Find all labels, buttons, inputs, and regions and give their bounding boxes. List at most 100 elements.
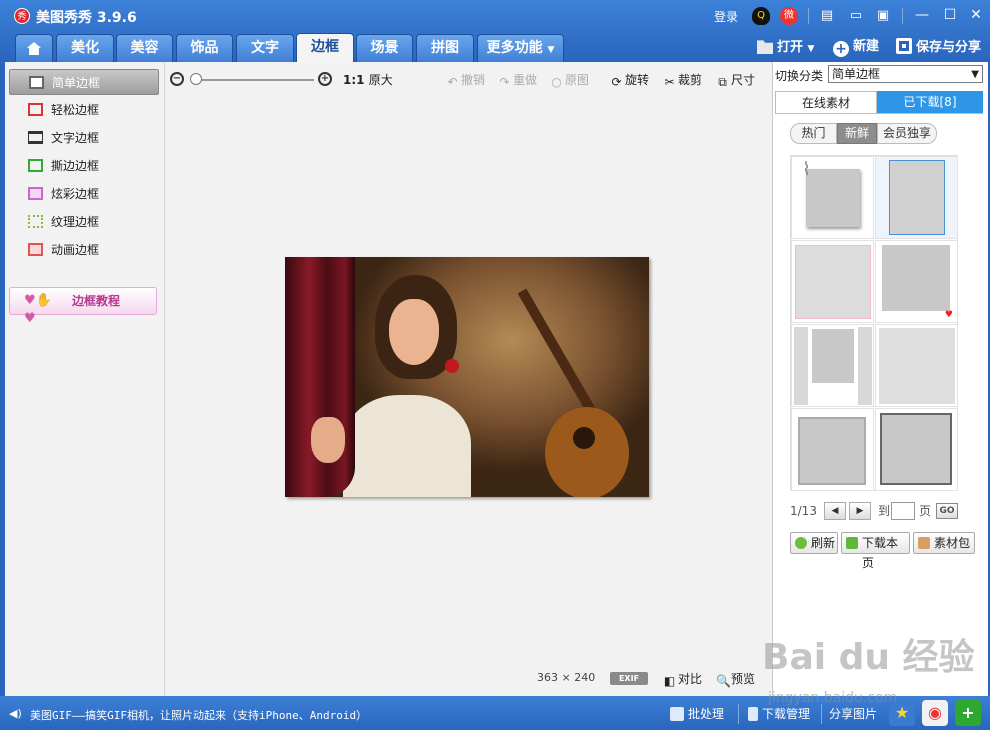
rotate-button[interactable]: ⟳ 旋转	[610, 72, 649, 89]
close-icon[interactable]: ✕	[966, 6, 986, 24]
download-manager-button[interactable]: 下载管理	[748, 706, 810, 722]
save-share-label: 保存与分享	[916, 40, 982, 55]
tab-scene[interactable]: 场景	[356, 34, 413, 62]
sidebar-item-label: 炫彩边框	[51, 187, 100, 201]
weibo-share-icon[interactable]: ◉	[922, 700, 948, 726]
download-icon	[846, 537, 858, 549]
new-label: 新建	[853, 39, 880, 54]
refresh-label: 刷新	[811, 536, 836, 550]
tab-text[interactable]: 文字	[236, 34, 294, 62]
tab-more-label: 更多功能	[486, 40, 543, 56]
sidebar-item-text-frame[interactable]: 文字边框	[9, 125, 159, 151]
zoom-out-icon[interactable]: −	[170, 72, 184, 86]
plus-icon: +	[833, 41, 849, 57]
sidebar-item-torn-frame[interactable]: 撕边边框	[9, 153, 159, 179]
zoom-in-icon[interactable]: +	[318, 72, 332, 86]
chevron-down-icon: ▼	[971, 69, 979, 80]
qq-icon[interactable]: Q	[752, 7, 770, 25]
batch-process-button[interactable]: 批处理	[670, 706, 724, 722]
sidebar-item-simple-frame[interactable]: 简单边框	[9, 69, 159, 95]
new-button[interactable]: + 新建	[833, 38, 879, 57]
crop-label: 裁剪	[678, 73, 703, 87]
download-page-button[interactable]: 下载本页	[841, 532, 910, 570]
exif-button[interactable]: EXIF	[610, 672, 648, 685]
filter-hot[interactable]: 热门	[790, 123, 837, 144]
tab-frame[interactable]: 边框	[296, 33, 354, 62]
filter-vip[interactable]: 会员独享	[877, 123, 937, 144]
torn-frame-icon	[28, 159, 43, 172]
tab-beautify[interactable]: 美化	[56, 34, 114, 62]
tab-divider	[775, 113, 983, 114]
sidebar-item-label: 动画边框	[51, 243, 100, 257]
frame-thumbnail[interactable]	[875, 324, 958, 407]
save-share-button[interactable]: 保存与分享	[896, 38, 981, 57]
add-icon[interactable]: +	[955, 700, 981, 726]
go-button[interactable]: GO	[936, 503, 958, 519]
home-icon	[27, 42, 41, 55]
maximize-icon[interactable]: ☐	[940, 6, 960, 24]
feedback-icon[interactable]: ▭	[847, 7, 865, 25]
material-pack-button[interactable]: 素材包	[913, 532, 975, 554]
menu-icon[interactable]: ▣	[874, 7, 892, 25]
page-label: 页	[919, 504, 932, 518]
batch-icon	[670, 707, 684, 721]
frame-thumbnail[interactable]: ♥	[875, 240, 958, 323]
share-image-button[interactable]: 分享图片	[829, 706, 877, 722]
skin-icon[interactable]: ▤	[818, 7, 836, 25]
tab-accessories[interactable]: 饰品	[176, 34, 233, 62]
zoom-slider-handle[interactable]	[190, 73, 202, 85]
redo-button[interactable]: ↷ 重做	[498, 72, 537, 89]
thumbnail-preview	[812, 329, 854, 383]
sidebar-item-label: 撕边边框	[51, 159, 100, 173]
page-number-input[interactable]	[891, 502, 915, 520]
resize-button[interactable]: ⧉ 尺寸	[716, 72, 755, 89]
category-select[interactable]: 简单边框 ▼	[828, 65, 983, 83]
frame-thumbnail-grid: ⌇ ♥	[790, 155, 958, 491]
sidebar-item-label: 简单边框	[52, 76, 101, 90]
weibo-icon[interactable]: 微	[780, 7, 798, 25]
compare-button[interactable]: ◧ 对比	[663, 670, 702, 688]
open-button[interactable]: 打开 ▼	[757, 38, 814, 58]
undo-button[interactable]: ↶ 撤销	[446, 72, 485, 89]
photo-guitar-hole	[573, 427, 595, 449]
news-ticker[interactable]: 美图GIF——搞笑GIF相机，让照片动起来（支持iPhone、Android）	[30, 707, 367, 723]
sidebar-item-animated-frame[interactable]: 动画边框	[9, 237, 159, 263]
app-window: 秀 美图秀秀 3.9.6 登录 Q 微 ▤ ▭ ▣ — ☐ ✕ 美化 美容 饰品…	[0, 0, 990, 730]
rotate-icon: ⟳	[611, 75, 622, 89]
frame-thumbnail[interactable]	[791, 408, 874, 491]
original-image-button[interactable]: ○ 原图	[550, 72, 589, 89]
tab-online-materials[interactable]: 在线素材	[775, 91, 877, 113]
sidebar-item-easy-frame[interactable]: 轻松边框	[9, 97, 159, 123]
tab-more-features[interactable]: 更多功能 ▼	[477, 34, 564, 62]
filter-fresh[interactable]: 新鲜	[837, 123, 877, 144]
prev-page-button[interactable]: ◀	[824, 502, 846, 520]
tab-beauty[interactable]: 美容	[116, 34, 173, 62]
tab-home[interactable]	[15, 34, 53, 62]
refresh-button[interactable]: 刷新	[790, 532, 838, 554]
ratio-label: 1:1	[343, 73, 365, 87]
sidebar-item-colorful-frame[interactable]: 炫彩边框	[9, 181, 159, 207]
preview-button[interactable]: 🔍预览	[716, 670, 755, 688]
sidebar-item-texture-frame[interactable]: 纹理边框	[9, 209, 159, 235]
status-separator	[821, 704, 822, 724]
open-label: 打开	[777, 40, 804, 55]
tab-downloaded[interactable]: 已下载[8]	[877, 91, 983, 113]
frame-tutorial-button[interactable]: ♥✋♥ 边框教程	[9, 287, 157, 326]
photo-hand	[311, 417, 345, 463]
chevron-down-icon[interactable]: ▼	[808, 44, 815, 54]
frame-thumbnail[interactable]: ⌇	[791, 156, 874, 239]
titlebar-separator	[902, 8, 903, 24]
frame-thumbnail[interactable]	[791, 324, 874, 407]
frame-thumbnail[interactable]	[875, 408, 958, 491]
next-page-button[interactable]: ▶	[849, 502, 871, 520]
minimize-icon[interactable]: —	[912, 6, 932, 24]
frame-thumbnail[interactable]	[791, 240, 874, 323]
tab-collage[interactable]: 拼图	[416, 34, 474, 62]
actual-size-button[interactable]: 1:1 原大	[343, 72, 393, 88]
photo-canvas[interactable]	[285, 257, 649, 497]
frame-thumbnail[interactable]	[875, 156, 958, 239]
crop-button[interactable]: ✂ 裁剪	[663, 72, 702, 89]
titlebar-separator	[808, 8, 809, 24]
login-link[interactable]: 登录	[714, 8, 738, 25]
zoom-slider-track[interactable]	[192, 79, 314, 81]
